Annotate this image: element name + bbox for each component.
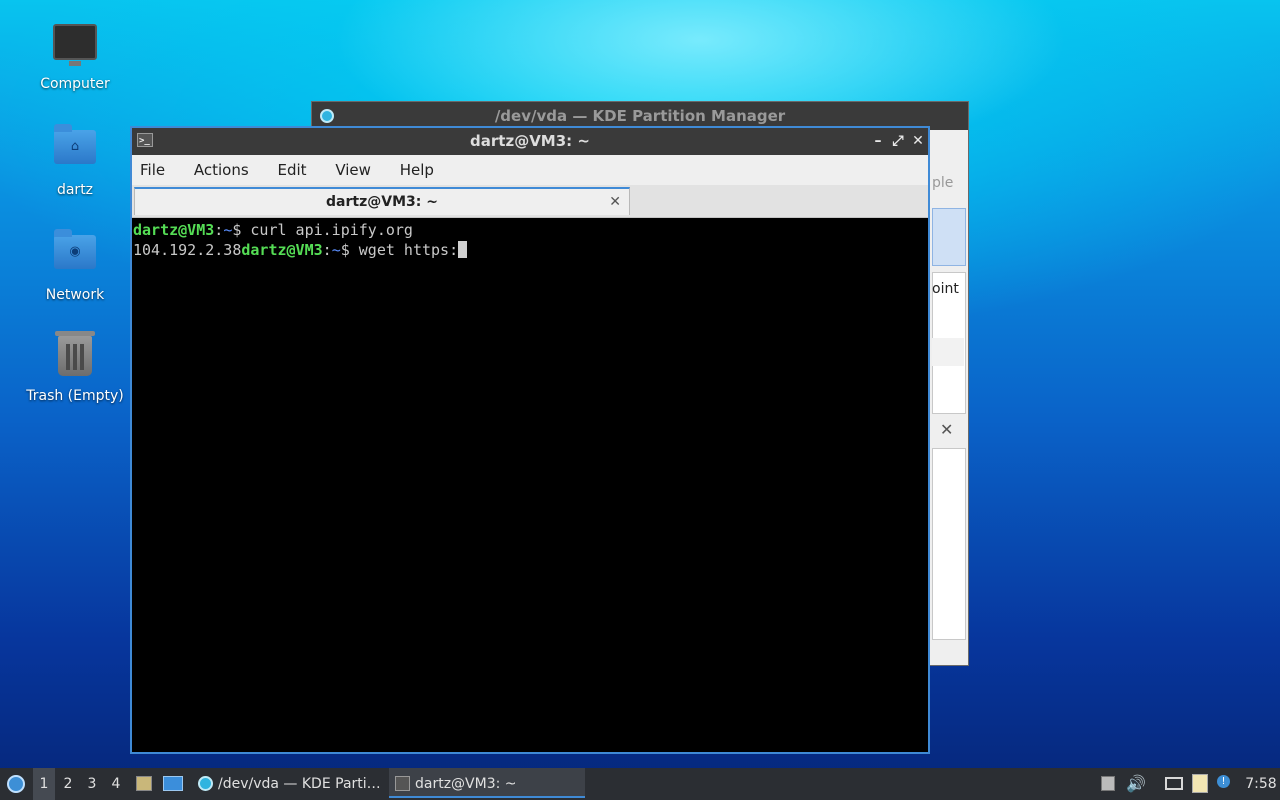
info-icon: ! — [1217, 775, 1230, 788]
terminal-output[interactable]: dartz@VM3:~$ curl api.ipify.org 104.192.2… — [132, 218, 928, 752]
clock[interactable]: 7:58 — [1244, 768, 1278, 800]
prompt-user-host: dartz@VM3 — [241, 241, 323, 259]
lubuntu-logo-icon — [7, 775, 25, 793]
terminal-window[interactable]: >_ dartz@VM3: ~ – ⤢ ✕ File Actions Edit … — [130, 126, 930, 754]
task-label: dartz@VM3: ~ — [415, 776, 517, 792]
partition-manager-title: /dev/vda — KDE Partition Manager — [494, 107, 786, 125]
partition-graph-selected[interactable] — [932, 208, 966, 266]
home-folder-icon: ⌂ — [52, 124, 98, 176]
show-desktop-button[interactable] — [160, 768, 186, 800]
partition-manager-label-fragment: ple — [932, 175, 954, 191]
terminal-tabbar: dartz@VM3: ~ ✕ — [132, 185, 928, 218]
clipboard-icon — [1192, 774, 1208, 793]
close-icon[interactable]: ✕ — [940, 420, 953, 439]
prompt-user-host: dartz@VM3 — [133, 221, 215, 239]
maximize-button[interactable]: ⤢ — [888, 128, 908, 155]
desktop-icon-label: Network — [45, 287, 105, 303]
taskbar: 1 2 3 4 /dev/vda — KDE Parti… dartz@VM3:… — [0, 768, 1280, 800]
start-menu-button[interactable] — [4, 768, 28, 800]
terminal-menubar: File Actions Edit View Help — [132, 155, 928, 185]
menu-edit[interactable]: Edit — [277, 161, 306, 179]
volume-icon[interactable]: 🔊 — [1126, 768, 1146, 800]
tray-clipboard[interactable] — [1190, 768, 1210, 800]
workspace-2[interactable]: 2 — [57, 768, 79, 800]
update-icon — [1101, 776, 1115, 791]
pending-operations-panel[interactable] — [932, 448, 966, 640]
terminal-titlebar[interactable]: >_ dartz@VM3: ~ – ⤢ ✕ — [132, 128, 928, 155]
menu-help[interactable]: Help — [400, 161, 434, 179]
prompt-separator: : — [322, 241, 332, 259]
menu-actions[interactable]: Actions — [194, 161, 249, 179]
network-folder-icon: ◉ — [52, 229, 98, 281]
terminal-line: 104.192.2.38dartz@VM3:~$ wget https: — [133, 240, 927, 260]
file-manager-launcher[interactable] — [134, 768, 154, 800]
desktop-icon-computer[interactable]: Computer — [20, 18, 130, 92]
terminal-title: dartz@VM3: ~ — [470, 132, 590, 150]
table-row[interactable] — [932, 338, 964, 366]
terminal-icon: >_ — [137, 133, 153, 147]
desktop-icon-label: dartz — [56, 182, 94, 198]
command-text: curl api.ipify.org — [250, 221, 413, 239]
close-button[interactable]: ✕ — [908, 128, 928, 155]
desktop-icon-label: Trash (Empty) — [26, 388, 124, 404]
tray-notification[interactable]: ! — [1216, 768, 1234, 800]
partition-manager-icon — [320, 109, 334, 123]
desktop-icon-trash[interactable]: Trash (Empty) — [20, 331, 130, 404]
computer-icon — [52, 24, 98, 70]
terminal-line: dartz@VM3:~$ curl api.ipify.org — [133, 220, 927, 240]
desktop-icon — [163, 776, 183, 791]
menu-file[interactable]: File — [140, 161, 165, 179]
workspace-1[interactable]: 1 — [33, 768, 55, 800]
terminal-tab-label: dartz@VM3: ~ — [326, 194, 438, 210]
tray-network[interactable] — [1164, 768, 1184, 800]
terminal-icon — [395, 776, 410, 791]
minimize-button[interactable]: – — [868, 128, 888, 155]
prompt-symbol: $ — [340, 241, 359, 259]
file-manager-icon — [136, 776, 152, 791]
tray-updates[interactable] — [1100, 768, 1116, 800]
menu-view[interactable]: View — [335, 161, 371, 179]
command-input[interactable]: wget https: — [359, 241, 458, 259]
prompt-path: ~ — [223, 221, 233, 239]
task-partition-manager[interactable]: /dev/vda — KDE Parti… — [192, 768, 384, 798]
command-output: 104.192.2.38 — [133, 241, 242, 259]
desktop-icon-network[interactable]: ◉ Network — [20, 227, 130, 303]
text-cursor — [458, 241, 468, 258]
network-icon — [1165, 777, 1183, 790]
prompt-separator: : — [214, 221, 224, 239]
partition-manager-icon — [198, 776, 213, 791]
task-terminal[interactable]: dartz@VM3: ~ — [389, 768, 585, 798]
close-icon[interactable]: ✕ — [609, 189, 621, 215]
desktop-icon-label: Computer — [40, 76, 110, 92]
prompt-symbol: $ — [232, 221, 251, 239]
trash-icon — [52, 331, 98, 382]
workspace-3[interactable]: 3 — [81, 768, 103, 800]
column-header-mount-point: oint — [932, 281, 959, 297]
terminal-tab[interactable]: dartz@VM3: ~ ✕ — [134, 187, 630, 215]
task-label: /dev/vda — KDE Parti… — [218, 776, 381, 792]
workspace-4[interactable]: 4 — [105, 768, 127, 800]
desktop-icon-home[interactable]: ⌂ dartz — [20, 122, 130, 198]
prompt-path: ~ — [331, 241, 341, 259]
